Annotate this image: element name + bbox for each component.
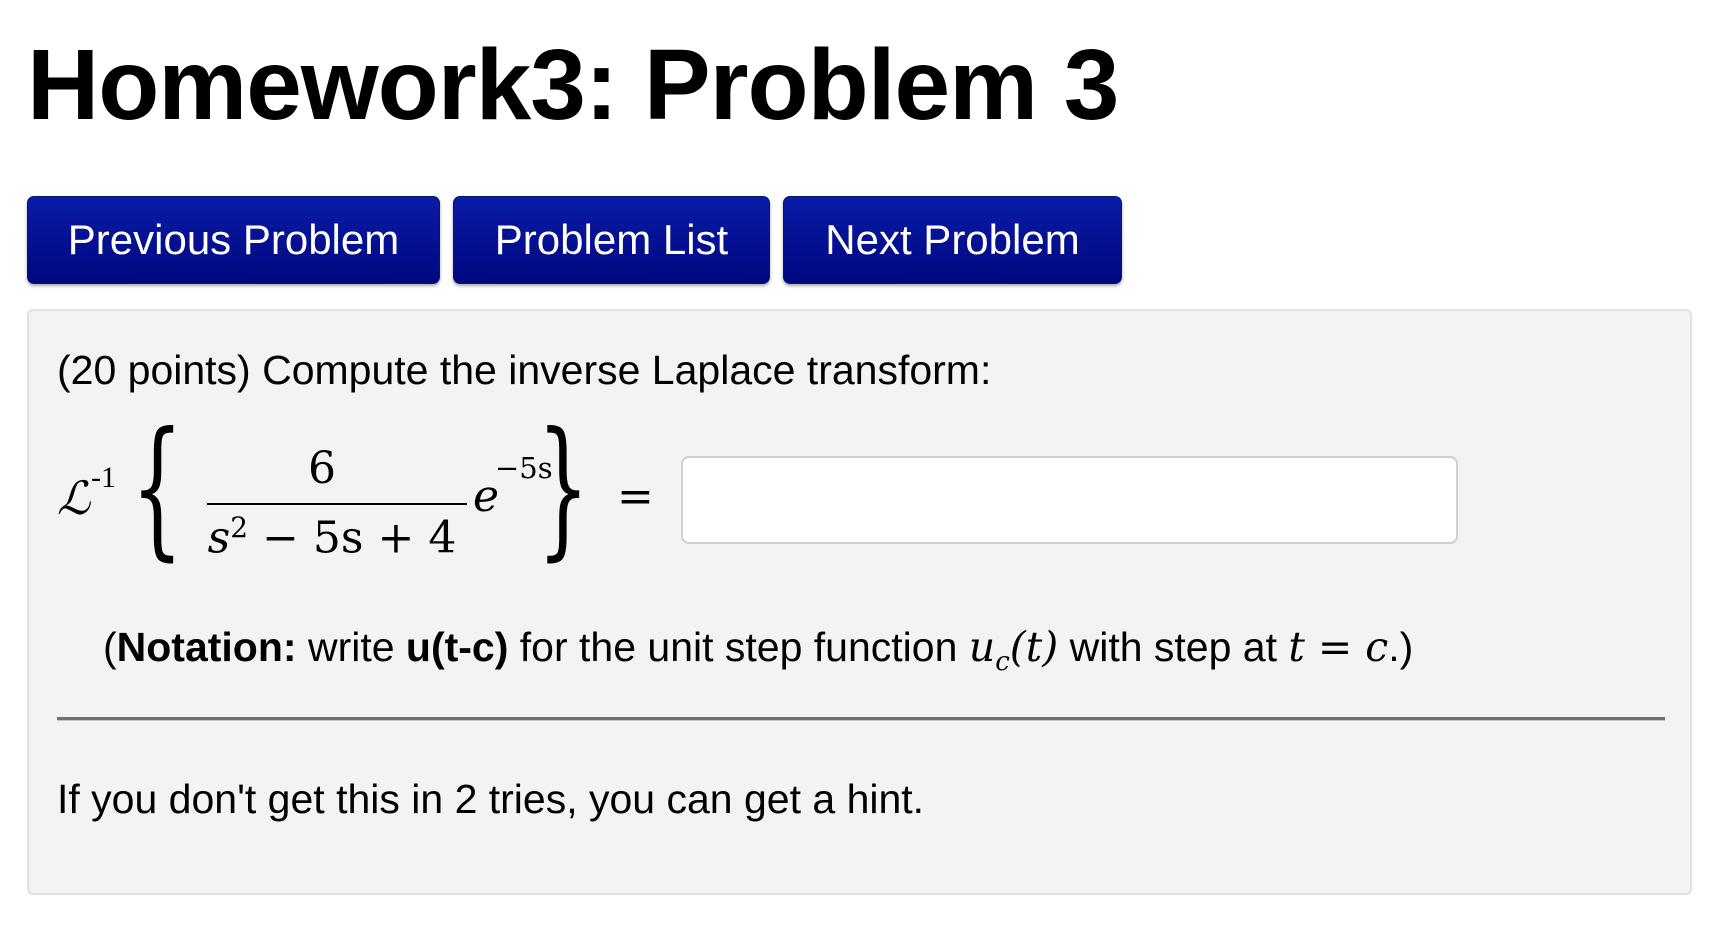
notation-text-middle: for the unit step function — [508, 624, 969, 670]
notation-code: u(t-c) — [405, 624, 509, 670]
problem-list-button[interactable]: Problem List — [453, 196, 770, 284]
denominator-variable: s — [207, 512, 231, 564]
notation-math-u: uc(t) — [968, 623, 1059, 677]
divider — [57, 717, 1665, 721]
notation-text-after: with step at — [1058, 624, 1289, 670]
notation-open-paren: ( — [103, 624, 117, 670]
previous-problem-button[interactable]: Previous Problem — [27, 196, 440, 284]
left-brace: { — [131, 401, 184, 575]
hint-text: If you don't get this in 2 tries, you ca… — [57, 776, 925, 822]
notation-math-eq: t = c — [1288, 623, 1389, 671]
laplace-inverse-power: -1 — [91, 461, 116, 494]
math-u: u — [968, 623, 996, 671]
equals-sign: = — [617, 471, 654, 522]
next-problem-button[interactable]: Next Problem — [783, 196, 1122, 284]
fraction-denominator: s2 − 5s + 4 — [187, 511, 477, 564]
problem-panel: (20 points) Compute the inverse Laplace … — [27, 309, 1692, 895]
answer-input[interactable] — [681, 456, 1458, 544]
laplace-operator: ℒ — [57, 473, 91, 524]
fraction-numerator: 6 — [308, 443, 336, 494]
right-brace: } — [537, 401, 590, 575]
notation-close: .) — [1388, 624, 1414, 670]
fraction-bar — [207, 503, 467, 505]
denominator-rest: − 5s + 4 — [248, 512, 457, 564]
math-arg: (t) — [1009, 623, 1059, 671]
notation-note: (Notation: write u(t-c) for the unit ste… — [103, 623, 1413, 677]
notation-label: Notation: — [116, 624, 297, 670]
page-title: Homework3: Problem 3 — [27, 29, 1119, 141]
formula-row: ℒ -1 { 6 s2 − 5s + 4 e −5s } = — [57, 413, 1657, 571]
denominator-power: 2 — [230, 511, 249, 544]
problem-prompt: (20 points) Compute the inverse Laplace … — [57, 347, 992, 393]
notation-text-before: write — [296, 624, 406, 670]
math-sub: c — [995, 647, 1010, 678]
